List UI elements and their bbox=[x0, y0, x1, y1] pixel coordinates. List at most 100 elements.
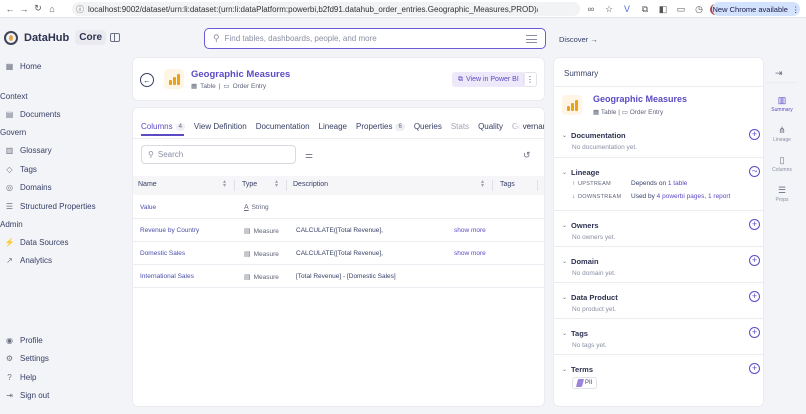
downstream-link[interactable]: 4 powerbi pages, 1 report bbox=[657, 193, 731, 200]
tab-lineage[interactable]: Lineage bbox=[319, 122, 347, 131]
book-icon: ▥ bbox=[5, 146, 14, 155]
translate-icon[interactable]: ◧ bbox=[656, 2, 670, 16]
puzzle-icon[interactable]: ⧉ bbox=[638, 2, 652, 16]
tab-stats[interactable]: Stats bbox=[451, 122, 469, 131]
bookmark-star-icon[interactable]: ☆ bbox=[602, 2, 616, 16]
section-header[interactable]: ⌄ Domain bbox=[562, 257, 599, 266]
sliders-icon[interactable]: ⚌ bbox=[305, 150, 313, 161]
header-description[interactable]: Description bbox=[293, 181, 328, 188]
summary-panel: Summary Geographic Measures ▦ Table | ▭ … bbox=[553, 57, 764, 407]
section-header[interactable]: ⌄ Terms bbox=[562, 365, 593, 374]
table-row[interactable]: Domestic Sales ▤ Measure CALCULATE([Total… bbox=[133, 242, 544, 265]
sidebar-item-profile[interactable]: ◉ Profile bbox=[5, 336, 43, 345]
header-type[interactable]: Type bbox=[242, 181, 257, 188]
tab-label: Lineage bbox=[318, 122, 347, 131]
add-term-button[interactable]: + bbox=[749, 363, 760, 374]
header-name[interactable]: Name bbox=[138, 181, 157, 188]
show-more-link[interactable]: show more bbox=[454, 227, 486, 234]
back-button[interactable]: ← bbox=[140, 73, 154, 87]
forward-arrow-icon[interactable]: → bbox=[17, 2, 31, 16]
column-name[interactable]: Value bbox=[140, 204, 156, 211]
header-tags[interactable]: Tags bbox=[500, 181, 515, 188]
sort-icon[interactable]: ▴ ▾ bbox=[275, 179, 278, 189]
back-arrow-icon[interactable]: ← bbox=[3, 2, 17, 16]
sidebar-item-glossary[interactable]: ▥ Glossary bbox=[5, 146, 52, 155]
sidebar-item-help[interactable]: ? Help bbox=[5, 373, 36, 382]
section-header[interactable]: ⌄ Documentation bbox=[562, 131, 626, 140]
site-info-icon[interactable]: ⓘ bbox=[76, 4, 84, 15]
upstream-prefix: Depends on bbox=[631, 180, 667, 187]
address-bar[interactable]: ⓘ localhost:9002/dataset/urn:li:dataset:… bbox=[72, 2, 580, 16]
sidebar-item-data-sources[interactable]: ⚡ Data Sources bbox=[5, 238, 69, 247]
new-chrome-button[interactable]: New Chrome available ⋮ bbox=[712, 2, 800, 16]
sort-icon[interactable]: ▴ ▾ bbox=[481, 179, 484, 189]
section-header[interactable]: ⌄ Owners bbox=[562, 221, 599, 230]
add-documentation-button[interactable]: + bbox=[749, 129, 760, 140]
divider bbox=[554, 282, 763, 283]
discover-link[interactable]: Discover → bbox=[559, 35, 598, 44]
column-name[interactable]: Revenue by Country bbox=[140, 227, 199, 234]
term-chip[interactable]: PII bbox=[572, 377, 598, 389]
filter-icon[interactable] bbox=[526, 34, 537, 43]
tab-view-definition[interactable]: View Definition bbox=[194, 122, 247, 131]
divider bbox=[554, 210, 763, 211]
reload-icon[interactable]: ↻ bbox=[31, 2, 45, 16]
add-tag-button[interactable]: + bbox=[749, 327, 760, 338]
rail-props[interactable]: ☰ Props bbox=[766, 185, 798, 203]
table-icon: ▦ bbox=[593, 109, 600, 116]
view-in-powerbi-button[interactable]: ⧉ View in Power BI bbox=[452, 72, 525, 87]
tabs-fade bbox=[501, 116, 523, 136]
sort-icon[interactable]: ▴ ▾ bbox=[223, 179, 226, 189]
show-more-link[interactable]: show more bbox=[454, 250, 486, 257]
sidebar-item-home[interactable]: ▦ Home bbox=[5, 62, 42, 71]
summary-container[interactable]: Order Entry bbox=[630, 109, 664, 116]
summary-title[interactable]: Geographic Measures bbox=[593, 94, 687, 104]
home-icon[interactable]: ⌂ bbox=[45, 2, 59, 16]
add-data-product-button[interactable]: + bbox=[749, 291, 760, 302]
section-header[interactable]: ⌄ Tags bbox=[562, 329, 588, 338]
sidebar-item-structured-properties[interactable]: ☰ Structured Properties bbox=[5, 202, 96, 211]
more-actions-button[interactable]: ⋮ bbox=[523, 72, 537, 87]
upstream-value: Depends on 1 table bbox=[631, 180, 687, 187]
more-tabs-icon[interactable]: ⋯ bbox=[525, 121, 533, 130]
column-name[interactable]: Domestic Sales bbox=[140, 250, 185, 257]
address-url[interactable]: localhost:9002/dataset/urn:li:dataset:(u… bbox=[88, 5, 538, 14]
rail-lineage[interactable]: ⋔ Lineage bbox=[766, 125, 798, 143]
section-header[interactable]: ⌄ Data Product bbox=[562, 293, 618, 302]
rail-summary[interactable]: ▥ Summary bbox=[766, 95, 798, 113]
section-header[interactable]: ⌄ Lineage bbox=[562, 168, 599, 177]
tab-label: Properties bbox=[356, 122, 393, 131]
sidebar-item-analytics[interactable]: ↗ Analytics bbox=[5, 256, 52, 265]
column-search-input[interactable]: ⚲ Search bbox=[141, 145, 296, 164]
global-search-input[interactable]: ⚲ Find tables, dashboards, people, and m… bbox=[204, 28, 546, 49]
tab-columns[interactable]: Columns 4 bbox=[141, 122, 185, 131]
entity-title[interactable]: Geographic Measures bbox=[191, 69, 290, 80]
tab-properties[interactable]: Properties 6 bbox=[356, 122, 405, 131]
add-domain-button[interactable]: + bbox=[749, 255, 760, 266]
sidebar-item-tags[interactable]: ◇ Tags bbox=[5, 165, 36, 174]
add-owner-button[interactable]: + bbox=[749, 219, 760, 230]
tab-queries[interactable]: Queries bbox=[414, 122, 442, 131]
rail-columns[interactable]: ▯ Columns bbox=[766, 155, 798, 173]
tab-quality[interactable]: Quality bbox=[478, 122, 503, 131]
upstream-link[interactable]: 1 table bbox=[668, 180, 688, 187]
collapse-sidebar-icon[interactable] bbox=[110, 33, 120, 42]
sidebar-item-sign-out[interactable]: ⇥ Sign out bbox=[5, 391, 49, 400]
table-row[interactable]: International Sales ▤ Measure [Total Reve… bbox=[133, 265, 544, 288]
history-icon[interactable]: ↺ bbox=[523, 150, 531, 161]
lineage-graph-button[interactable]: ⤳ bbox=[749, 166, 760, 177]
app-logo[interactable]: DataHub Core bbox=[4, 30, 107, 45]
sidebar-icon[interactable]: ▭ bbox=[674, 2, 688, 16]
tab-documentation[interactable]: Documentation bbox=[256, 122, 310, 131]
history-icon[interactable]: ◷ bbox=[692, 2, 706, 16]
incognito-icon[interactable]: ∞ bbox=[584, 2, 598, 16]
table-row[interactable]: Revenue by Country ▤ Measure CALCULATE([T… bbox=[133, 219, 544, 242]
column-name[interactable]: International Sales bbox=[140, 273, 194, 280]
list-icon: ☰ bbox=[5, 202, 14, 211]
table-row[interactable]: Value A String bbox=[133, 196, 544, 219]
entity-container[interactable]: Order Entry bbox=[233, 83, 267, 90]
sidebar-item-domains[interactable]: ◎ Domains bbox=[5, 183, 52, 192]
sidebar-item-documents[interactable]: ▤ Documents bbox=[5, 110, 61, 119]
extension-icon[interactable]: V bbox=[620, 2, 634, 16]
sidebar-item-settings[interactable]: ⚙ Settings bbox=[5, 354, 49, 363]
